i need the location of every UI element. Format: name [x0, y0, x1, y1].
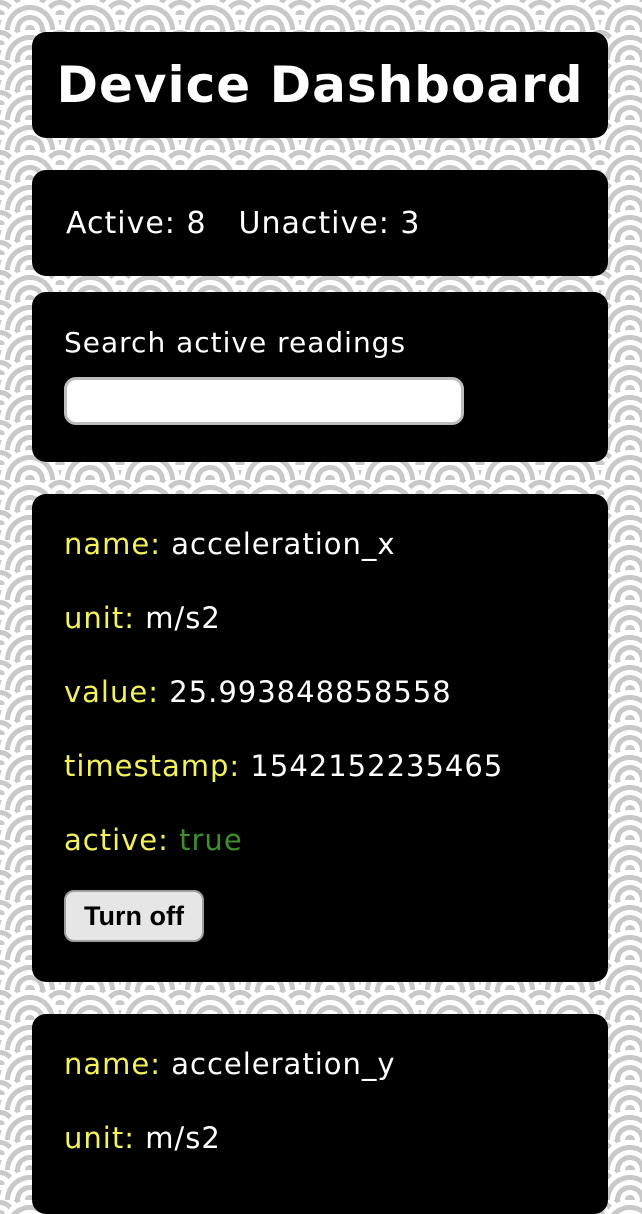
reading-card: name: acceleration_x unit: m/s2 value: 2…: [32, 494, 608, 982]
search-input[interactable]: [64, 377, 464, 425]
unactive-count: Unactive: 3: [238, 205, 421, 241]
active-label: active:: [64, 823, 169, 857]
reading-name-row: name: acceleration_x: [64, 524, 576, 564]
header-card: Device Dashboard: [32, 32, 608, 138]
reading-unit-row: unit: m/s2: [64, 1118, 576, 1158]
search-card: Search active readings: [32, 292, 608, 462]
active-count: Active: 8: [66, 205, 207, 241]
name-label: name:: [64, 1047, 162, 1081]
reading-card: name: acceleration_y unit: m/s2: [32, 1014, 608, 1214]
reading-value-row: value: 25.993848858558: [64, 672, 576, 712]
reading-active-row: active: true: [64, 820, 576, 860]
page-title: Device Dashboard: [56, 56, 584, 114]
name-value: acceleration_x: [171, 527, 396, 561]
value-value: 25.993848858558: [169, 675, 452, 709]
reading-unit-row: unit: m/s2: [64, 598, 576, 638]
timestamp-value: 1542152235465: [250, 749, 504, 783]
unit-value: m/s2: [145, 1121, 221, 1155]
value-label: value:: [64, 675, 159, 709]
active-status-value: true: [179, 823, 243, 857]
timestamp-label: timestamp:: [64, 749, 241, 783]
unit-label: unit:: [64, 601, 135, 635]
reading-timestamp-row: timestamp: 1542152235465: [64, 746, 576, 786]
turn-off-button[interactable]: Turn off: [64, 890, 204, 942]
name-label: name:: [64, 527, 162, 561]
search-label: Search active readings: [64, 326, 407, 359]
name-value: acceleration_y: [171, 1047, 396, 1081]
unit-value: m/s2: [145, 601, 221, 635]
unit-label: unit:: [64, 1121, 135, 1155]
reading-name-row: name: acceleration_y: [64, 1044, 576, 1084]
status-counts-card: Active: 8 Unactive: 3: [32, 170, 608, 276]
